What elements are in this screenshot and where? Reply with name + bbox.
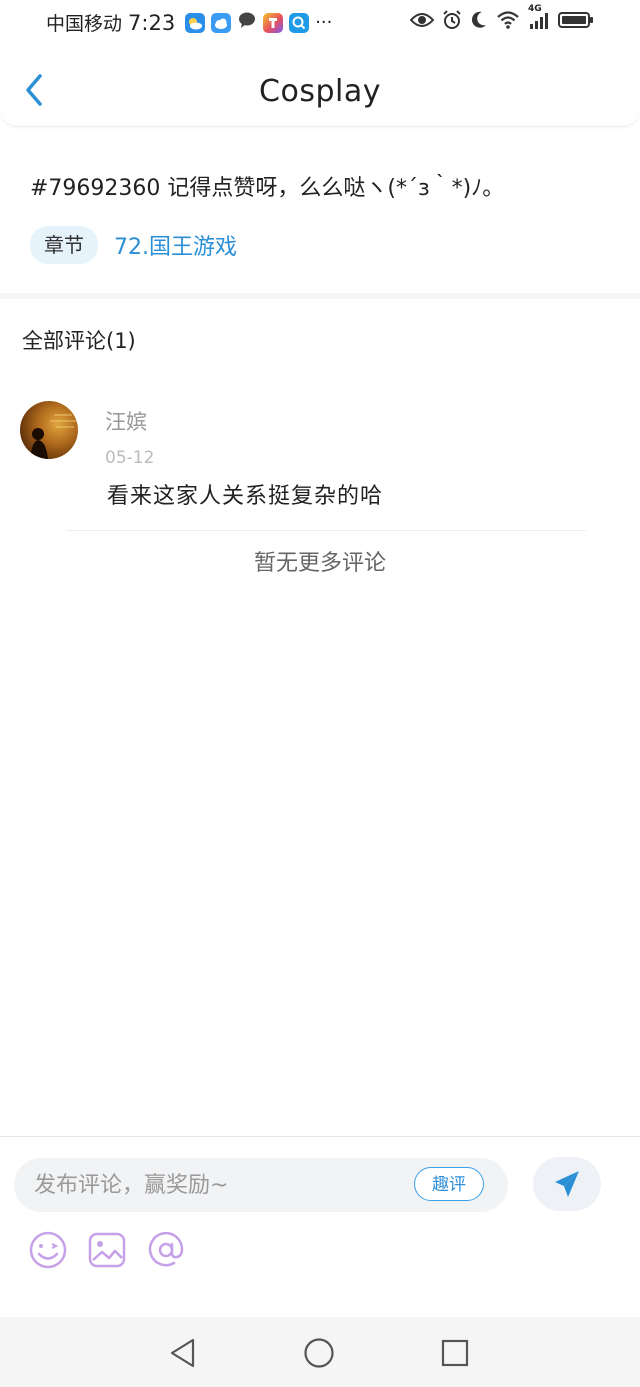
- triangle-back-icon: [170, 1338, 195, 1368]
- avatar[interactable]: [20, 401, 78, 459]
- image-button[interactable]: [87, 1230, 127, 1270]
- battery-icon: [558, 10, 594, 30]
- emoji-button[interactable]: [28, 1230, 68, 1270]
- status-left: 中国移动 7:23 ···: [46, 9, 332, 36]
- no-more-comments: 暂无更多评论: [253, 551, 386, 576]
- image-icon: [88, 1232, 126, 1268]
- post-text: #79692360 记得点赞呀，么么哒ヽ(*´з｀*)ﾉ。: [30, 176, 505, 201]
- circle-home-icon: [304, 1338, 334, 1368]
- chapter-row: 章节 72.国王游戏: [30, 226, 237, 264]
- comment-text[interactable]: 看来这家人关系挺复杂的哈: [107, 478, 383, 510]
- emoji-icon: [29, 1231, 67, 1269]
- colorful-app-icon: [263, 12, 284, 33]
- square-recents-icon: [441, 1339, 469, 1367]
- header-bar: Cosplay: [0, 44, 640, 127]
- status-bar: 中国移动 7:23 ··· 4G: [0, 0, 640, 44]
- nav-back-button[interactable]: [167, 1337, 199, 1369]
- comment-composer: 趣评: [0, 1136, 640, 1318]
- paper-plane-icon: [555, 1171, 579, 1197]
- system-nav-bar: [0, 1317, 640, 1387]
- section-divider: [0, 293, 640, 299]
- weather-app-icon: [185, 12, 206, 33]
- more-notifications: ···: [315, 12, 333, 33]
- alarm-icon: [442, 10, 462, 30]
- at-icon: [148, 1231, 184, 1267]
- nav-home-button[interactable]: [303, 1337, 335, 1369]
- status-right: 4G: [410, 4, 594, 30]
- comment-date: 05-12: [105, 448, 155, 468]
- moon-icon: [470, 10, 488, 30]
- avatar-silhouette: [30, 414, 76, 459]
- quping-button[interactable]: 趣评: [414, 1167, 484, 1201]
- eye-icon: [410, 10, 434, 30]
- page-title: Cosplay: [259, 74, 381, 109]
- wifi-icon: [496, 10, 520, 30]
- cloud-app-icon: [211, 12, 232, 33]
- network-type-label: 4G: [528, 4, 542, 14]
- status-time: 7:23: [128, 10, 176, 35]
- cellular-signal-icon: 4G: [528, 4, 550, 30]
- comment-username[interactable]: 汪嫔: [105, 406, 147, 436]
- nav-recents-button[interactable]: [439, 1337, 471, 1369]
- chapter-tag: 章节: [30, 226, 98, 264]
- chapter-link[interactable]: 72.国王游戏: [114, 229, 237, 261]
- carrier-label: 中国移动: [46, 13, 123, 35]
- send-button[interactable]: [533, 1157, 601, 1211]
- comment-divider: [66, 530, 586, 531]
- message-app-icon: [237, 10, 257, 35]
- comments-title: 全部评论(1): [22, 329, 136, 353]
- search-app-icon: [289, 12, 310, 33]
- mention-button[interactable]: [146, 1230, 186, 1270]
